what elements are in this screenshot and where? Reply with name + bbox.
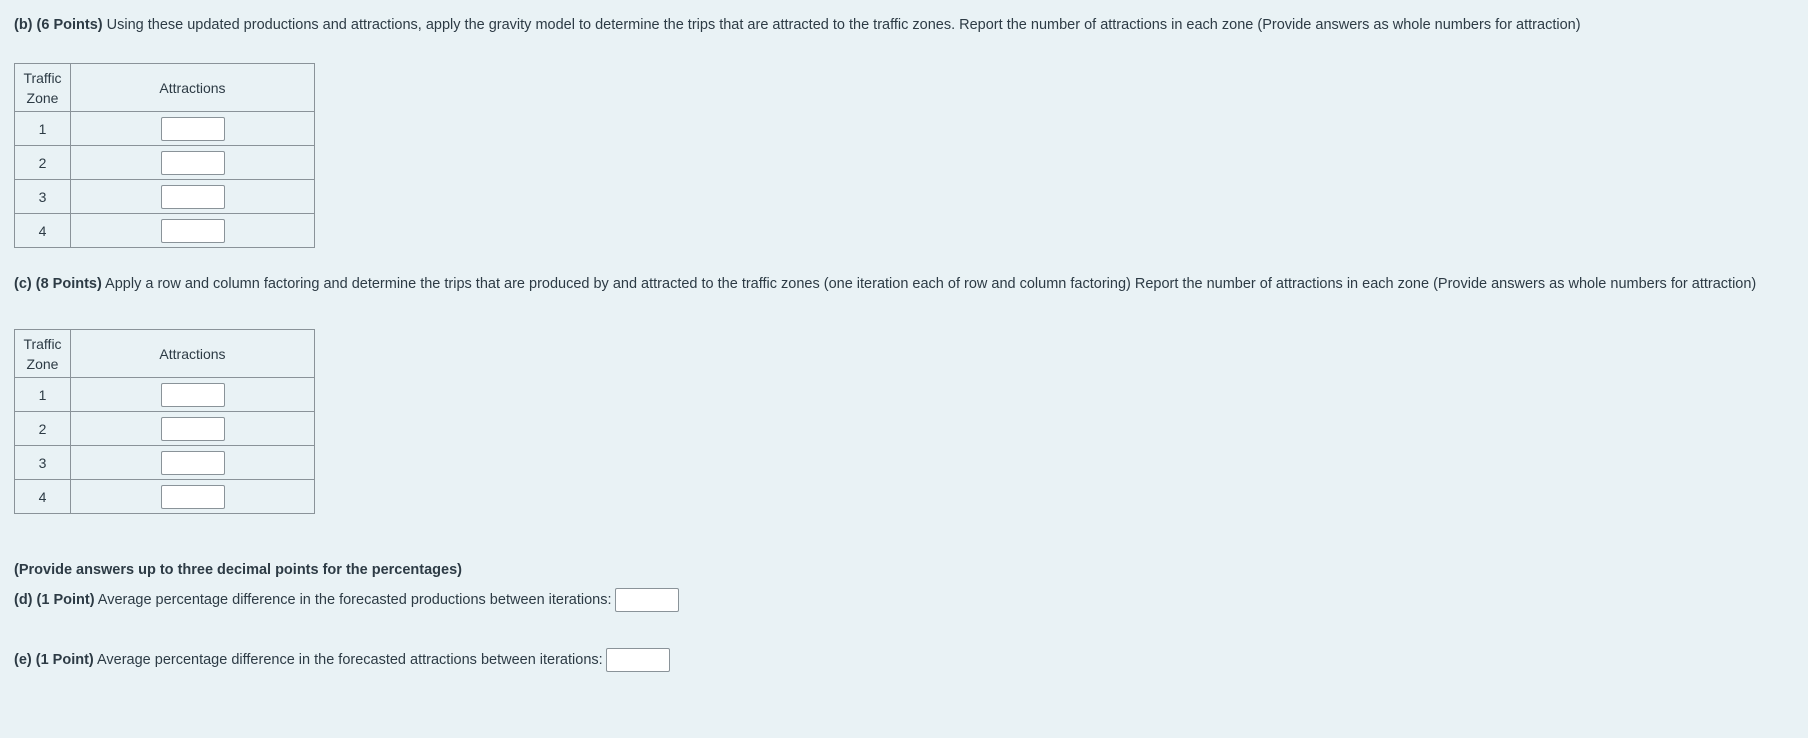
productions-difference-input[interactable] <box>614 588 679 612</box>
attraction-input-b-1[interactable] <box>160 116 225 141</box>
question-b: (b) (6 Points) Using these updated produ… <box>14 17 1581 33</box>
table-row: 4 <box>14 213 315 248</box>
table-b: Traffic Zone Attractions 1 2 3 4 <box>14 63 315 248</box>
question-d: (d) (1 Point) Average percentage differe… <box>14 588 679 612</box>
attraction-input-b-2[interactable] <box>160 150 225 175</box>
attraction-input-c-1[interactable] <box>160 382 225 407</box>
question-c: (c) (8 Points) Apply a row and column fa… <box>14 276 1756 292</box>
percentage-note: (Provide answers up to three decimal poi… <box>14 562 462 578</box>
attractions-difference-input[interactable] <box>605 648 670 672</box>
table-c: Traffic Zone Attractions 1 2 3 4 <box>14 329 315 514</box>
header-traffic-zone: Traffic Zone <box>14 63 71 112</box>
table-row: 3 <box>14 445 315 480</box>
zone-cell: 1 <box>14 377 71 412</box>
table-row: 1 <box>14 377 315 412</box>
attraction-input-b-4[interactable] <box>160 218 225 243</box>
question-c-text: Apply a row and column factoring and det… <box>105 276 1757 292</box>
question-e-label: (e) (1 Point) <box>14 651 94 668</box>
header-traffic-zone: Traffic Zone <box>14 329 71 378</box>
question-e: (e) (1 Point) Average percentage differe… <box>14 648 670 672</box>
attraction-input-b-3[interactable] <box>160 184 225 209</box>
table-row: 1 <box>14 111 315 146</box>
question-c-label: (c) (8 Points) <box>14 276 102 292</box>
attraction-input-c-2[interactable] <box>160 416 225 441</box>
question-b-label: (b) (6 Points) <box>14 17 103 33</box>
zone-cell: 3 <box>14 179 71 214</box>
zone-cell: 4 <box>14 479 71 514</box>
zone-cell: 2 <box>14 411 71 446</box>
zone-cell: 2 <box>14 145 71 180</box>
table-row: 3 <box>14 179 315 214</box>
table-row: 2 <box>14 411 315 446</box>
zone-cell: 4 <box>14 213 71 248</box>
table-row: 4 <box>14 479 315 514</box>
question-e-text: Average percentage difference in the for… <box>96 651 603 668</box>
question-d-text: Average percentage difference in the for… <box>97 591 612 608</box>
table-row: 2 <box>14 145 315 180</box>
header-attractions: Attractions <box>70 63 315 112</box>
question-b-text: Using these updated productions and attr… <box>106 17 1581 33</box>
zone-cell: 1 <box>14 111 71 146</box>
header-attractions: Attractions <box>70 329 315 378</box>
question-d-label: (d) (1 Point) <box>14 591 95 608</box>
attraction-input-c-3[interactable] <box>160 450 225 475</box>
zone-cell: 3 <box>14 445 71 480</box>
attraction-input-c-4[interactable] <box>160 484 225 509</box>
